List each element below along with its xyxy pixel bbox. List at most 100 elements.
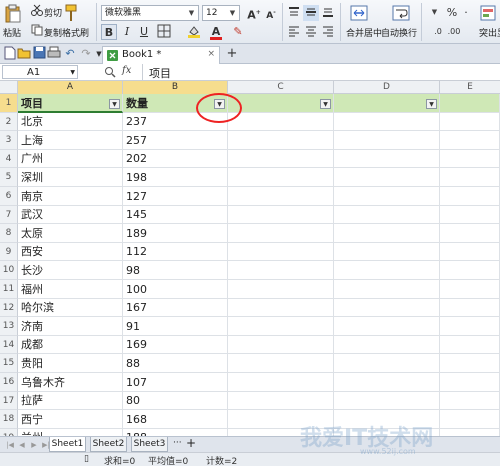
row-header[interactable]: 6 [0, 187, 18, 206]
table-cell[interactable]: 257 [123, 131, 228, 150]
table-cell[interactable]: 145 [123, 206, 228, 224]
table-cell[interactable] [440, 429, 500, 436]
undo-icon[interactable]: ↶ [62, 46, 78, 62]
header-cell[interactable]: 项目 ▼ [18, 94, 123, 113]
table-cell[interactable]: 88 [123, 354, 228, 373]
copy-button-label[interactable]: 复制 [44, 26, 62, 39]
row-header[interactable]: 3 [0, 131, 18, 150]
cut-button-label[interactable]: 剪切 [44, 6, 62, 19]
table-cell[interactable]: 98 [123, 261, 228, 280]
table-cell[interactable] [440, 280, 500, 299]
chevron-down-icon[interactable]: ▼ [186, 7, 197, 19]
sheet-tab-3[interactable]: Sheet3 [131, 437, 168, 452]
table-cell[interactable]: 上海 [18, 131, 123, 150]
table-cell[interactable] [228, 131, 334, 150]
row-header[interactable]: 19 [0, 429, 18, 436]
table-cell[interactable]: 武汉 [18, 206, 123, 224]
table-cell[interactable]: 91 [123, 317, 228, 336]
table-cell[interactable] [334, 392, 440, 410]
table-cell[interactable] [440, 336, 500, 354]
more-sheets-icon[interactable]: ··· [173, 438, 182, 448]
table-cell[interactable]: 福州 [18, 280, 123, 299]
table-cell[interactable]: 拉萨 [18, 392, 123, 410]
cut-icon[interactable] [31, 4, 43, 16]
table-cell[interactable] [440, 392, 500, 410]
table-cell[interactable] [440, 187, 500, 206]
row-header[interactable]: 7 [0, 206, 18, 224]
new-tab-button[interactable]: + [224, 46, 240, 62]
table-cell[interactable] [334, 113, 440, 131]
align-right-icon[interactable] [320, 24, 336, 40]
paste-button-label[interactable]: 粘贴 [3, 26, 21, 39]
number-format-select[interactable]: ▼ [426, 5, 440, 21]
font-size-select[interactable]: 12 ▼ [202, 5, 240, 21]
header-cell[interactable] [440, 94, 500, 113]
paste-icon[interactable] [4, 4, 22, 24]
row-header[interactable]: 16 [0, 373, 18, 392]
table-cell[interactable]: 100 [123, 280, 228, 299]
row-header[interactable]: 8 [0, 224, 18, 243]
table-cell[interactable] [334, 354, 440, 373]
table-cell[interactable] [440, 131, 500, 150]
wrap-text-icon[interactable] [392, 4, 410, 22]
table-cell[interactable]: 乌鲁木齐 [18, 373, 123, 392]
table-cell[interactable]: 兰州 [18, 429, 123, 436]
add-sheet-button[interactable]: + [186, 436, 196, 450]
table-cell[interactable] [228, 224, 334, 243]
sheet-grid[interactable]: 1 项目 ▼ 数量 ▼ ▼ ▼ 2 北京 237 3 上海 257 4 广州 202 5 深圳 198 6 南京 127 7… [0, 94, 500, 436]
chevron-down-icon[interactable]: ▼ [70, 66, 75, 79]
table-cell[interactable] [228, 299, 334, 317]
table-cell[interactable]: 西宁 [18, 410, 123, 429]
filter-dropdown-icon[interactable]: ▼ [109, 99, 120, 109]
table-cell[interactable] [440, 113, 500, 131]
column-header-a[interactable]: A [18, 81, 123, 94]
borders-icon[interactable] [156, 24, 172, 40]
table-cell[interactable]: 西安 [18, 243, 123, 261]
select-all-corner[interactable] [0, 81, 18, 94]
open-file-icon[interactable] [16, 46, 32, 62]
table-cell[interactable]: 198 [123, 168, 228, 187]
table-cell[interactable]: 202 [123, 150, 228, 168]
format-painter-icon[interactable] [64, 4, 78, 24]
table-cell[interactable]: 长沙 [18, 261, 123, 280]
more-formats-icon[interactable]: · [458, 5, 474, 21]
table-cell[interactable] [228, 280, 334, 299]
align-top-icon[interactable] [286, 5, 302, 21]
table-cell[interactable] [334, 131, 440, 150]
font-name-select[interactable]: 微软雅黑 ▼ [101, 5, 199, 21]
table-cell[interactable] [440, 373, 500, 392]
function-icon[interactable]: fx [122, 65, 131, 76]
row-header[interactable]: 2 [0, 113, 18, 131]
sheet-tab-1[interactable]: Sheet1 [49, 437, 86, 452]
increase-decimal-icon[interactable]: .00 [446, 24, 462, 40]
table-cell[interactable] [334, 299, 440, 317]
table-cell[interactable] [228, 187, 334, 206]
row-header[interactable]: 15 [0, 354, 18, 373]
table-cell[interactable] [228, 168, 334, 187]
table-cell[interactable] [440, 224, 500, 243]
chevron-down-icon[interactable]: ▼ [429, 6, 440, 18]
name-box[interactable]: A1 ▼ [2, 65, 78, 79]
wrap-text-label[interactable]: 自动换行 [381, 26, 417, 39]
table-cell[interactable] [334, 336, 440, 354]
align-middle-icon[interactable] [303, 5, 319, 21]
chevron-down-icon[interactable]: ▼ [227, 7, 238, 19]
table-cell[interactable] [440, 206, 500, 224]
table-cell[interactable]: 成都 [18, 336, 123, 354]
bold-button[interactable]: B [101, 24, 117, 40]
row-header[interactable]: 5 [0, 168, 18, 187]
align-bottom-icon[interactable] [320, 5, 336, 21]
table-cell[interactable]: 太原 [18, 224, 123, 243]
table-cell[interactable]: 广州 [18, 150, 123, 168]
table-cell[interactable]: 167 [123, 299, 228, 317]
table-cell[interactable] [334, 243, 440, 261]
header-cell[interactable]: ▼ [334, 94, 440, 113]
close-tab-icon[interactable]: × [207, 49, 215, 59]
table-cell[interactable] [228, 317, 334, 336]
table-cell[interactable]: 80 [123, 392, 228, 410]
italic-button[interactable]: I [119, 24, 135, 40]
row-header[interactable]: 4 [0, 150, 18, 168]
table-cell[interactable] [228, 150, 334, 168]
table-cell[interactable] [228, 206, 334, 224]
filter-dropdown-icon[interactable]: ▼ [426, 99, 437, 109]
